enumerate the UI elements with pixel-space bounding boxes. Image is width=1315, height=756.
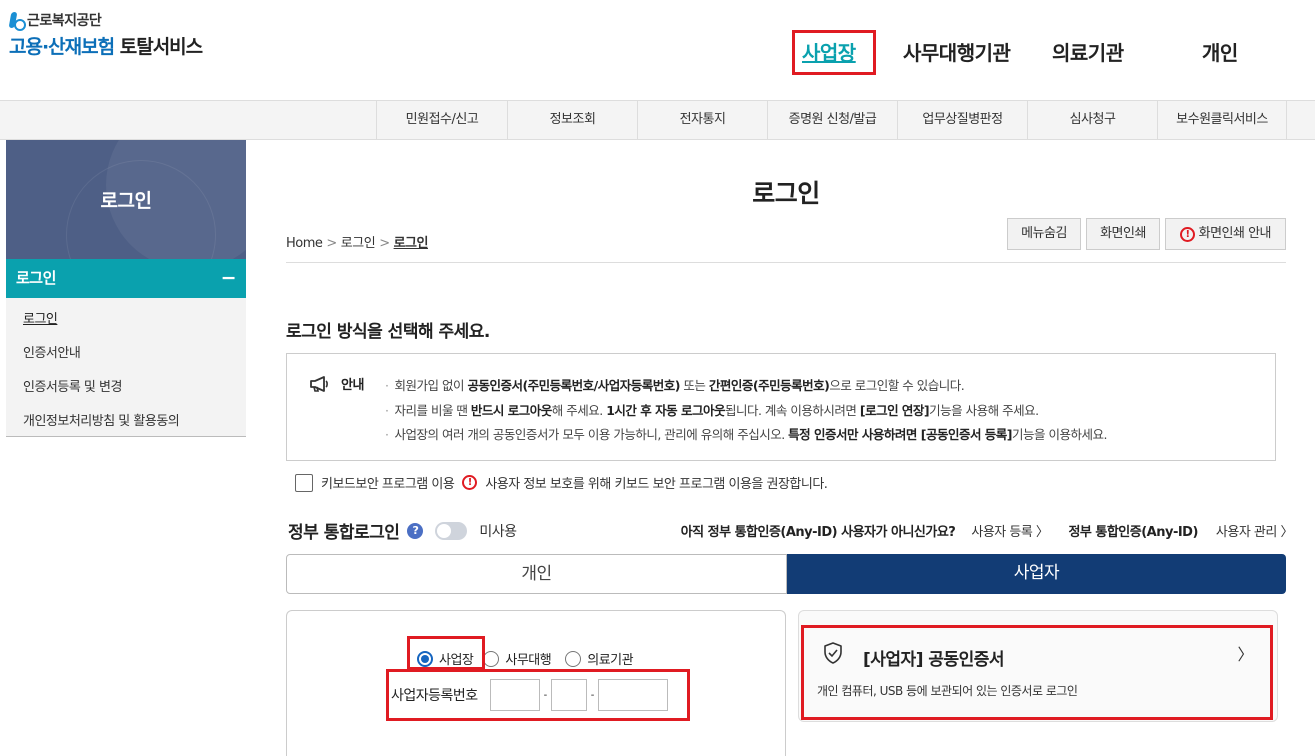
notice-line-3: 사업장의 여러 개의 공동인증서가 모두 이용 가능하니, 관리에 유의해 주십… [385, 424, 1107, 443]
page-title: 로그인 [752, 179, 820, 208]
anyid-question: 아직 정부 통합인증(Any-ID) 사용자가 아니신가요? [680, 525, 956, 540]
agency-name: 근로복지공단 [27, 13, 102, 29]
notice-line-1: 회원가입 없이 공동인증서(주민등록번호/사업자등록번호) 또는 간편인증(주민… [385, 375, 964, 394]
radio-medical[interactable] [565, 650, 582, 667]
section-heading: 로그인 방식을 선택해 주세요. [286, 322, 490, 342]
business-cert-desc: 개인 컴퓨터, USB 등에 보관되어 있는 인증서로 로그인 [817, 684, 1078, 698]
topnav-business[interactable]: 사업장 [802, 37, 856, 66]
breadcrumb-login[interactable]: 로그인 [341, 236, 376, 251]
service-title-part1: 고용·산재보험 [9, 36, 115, 58]
anyid-label: 정부 통합인증(Any-ID) [1068, 525, 1198, 540]
keyboard-security-row: 키보드보안 프로그램 이용 ! 사용자 정보 보호를 위해 키보드 보안 프로그… [295, 473, 828, 492]
business-number-part1[interactable] [489, 679, 540, 711]
business-cert-card[interactable]: [사업자] 공동인증서 〉 개인 컴퓨터, USB 등에 보관되어 있는 인증서… [798, 610, 1278, 722]
breadcrumb-current: 로그인 [393, 236, 429, 251]
tab-personal[interactable]: 개인 [286, 554, 787, 594]
breadcrumb-sep-icon: > [379, 236, 390, 251]
sidebar-item-cert-register[interactable]: 인증서등록 및 변경 [23, 376, 122, 395]
service-title-part2: 토탈서비스 [119, 36, 203, 58]
agency-logo[interactable]: 근로복지공단 [9, 10, 102, 31]
help-icon[interactable]: ? [407, 522, 424, 539]
register-user-link[interactable]: 사용자 등록 〉 [971, 521, 1049, 540]
radio-agency-label[interactable]: 사무대행 [505, 649, 551, 668]
sidebar-title: 로그인 [100, 190, 152, 212]
sub-nav: 민원접수/신고 정보조회 전자통지 증명원 신청/발급 업무상질병판정 심사청구… [0, 100, 1315, 140]
sidebar-item-login[interactable]: 로그인 [23, 308, 58, 327]
subnav-item-info[interactable]: 정보조회 [507, 101, 637, 139]
keyboard-security-warning: 사용자 정보 보호를 위해 키보드 보안 프로그램 이용을 권장합니다. [485, 477, 828, 492]
sidebar-section-label: 로그인 [16, 269, 56, 287]
subnav-item-complaint[interactable]: 민원접수/신고 [376, 101, 507, 139]
sidebar-section-login[interactable]: 로그인 − [6, 259, 246, 298]
keyboard-security-checkbox[interactable] [295, 473, 313, 492]
manage-user-link[interactable]: 사용자 관리 〉 [1216, 521, 1294, 540]
service-title[interactable]: 고용·산재보험 토탈서비스 [9, 32, 203, 59]
business-number-label: 사업자등록번호 [391, 688, 478, 704]
subnav-item-notice[interactable]: 전자통지 [637, 101, 767, 139]
print-button[interactable]: 화면인쇄 [1086, 218, 1160, 250]
topnav-personal[interactable]: 개인 [1202, 37, 1238, 66]
gov-login-links: 아직 정부 통합인증(Any-ID) 사용자가 아니신가요? 사용자 등록 〉 … [680, 521, 1294, 540]
gov-login-row: 정부 통합로그인 ? 미사용 [288, 518, 517, 543]
radio-medical-label[interactable]: 의료기관 [587, 649, 633, 668]
megaphone-icon [310, 375, 328, 392]
radio-agency[interactable] [483, 650, 500, 667]
business-cert-title: [사업자] 공동인증서 [863, 650, 1005, 670]
gov-login-title: 정부 통합로그인 [288, 523, 400, 543]
agency-logo-icon [9, 12, 26, 31]
breadcrumb: Home > 로그인 > 로그인 [286, 232, 428, 251]
shield-icon [824, 642, 842, 664]
org-type-radios: 사업장 사무대행 의료기관 [417, 649, 634, 668]
alert-icon: ! [1179, 227, 1195, 242]
notice-box: 안내 회원가입 없이 공동인증서(주민등록번호/사업자등록번호) 또는 간편인증… [286, 353, 1276, 461]
sidebar-item-cert-guide[interactable]: 인증서안내 [23, 342, 81, 361]
breadcrumb-home[interactable]: Home [286, 236, 323, 251]
dash: - [543, 689, 548, 701]
chevron-right-icon: 〉 [1237, 645, 1253, 664]
notice-label: 안내 [309, 374, 364, 393]
business-number-panel: 사업장 사무대행 의료기관 사업자등록번호 - - [286, 610, 786, 756]
notice-line-2: 자리를 비울 땐 반드시 로그아웃해 주세요. 1시간 후 자동 로그아웃됩니다… [385, 400, 1039, 419]
sidebar-header: 로그인 [6, 140, 246, 259]
subnav-item-review[interactable]: 심사청구 [1027, 101, 1157, 139]
gov-login-toggle-label: 미사용 [479, 523, 517, 540]
subnav-item-disease[interactable]: 업무상질병판정 [897, 101, 1027, 139]
print-guide-button[interactable]: ! 화면인쇄 안내 [1165, 218, 1286, 250]
notice-label-text: 안내 [341, 378, 364, 393]
radio-business-label[interactable]: 사업장 [439, 649, 474, 668]
collapse-icon[interactable]: − [221, 259, 237, 298]
dash: - [590, 689, 595, 701]
breadcrumb-sep-icon: > [326, 236, 337, 251]
subnav-item-certificate[interactable]: 증명원 신청/발급 [767, 101, 897, 139]
print-guide-label: 화면인쇄 안내 [1198, 226, 1272, 241]
alert-icon: ! [462, 475, 478, 490]
sidebar-menu: 로그인 인증서안내 인증서등록 및 변경 개인정보처리방침 및 활용동의 [6, 298, 246, 437]
hide-menu-button[interactable]: 메뉴숨김 [1007, 218, 1081, 250]
divider [286, 262, 1286, 263]
subnav-item-oneclick[interactable]: 보수원클릭서비스 [1157, 101, 1287, 139]
topnav-medical[interactable]: 의료기관 [1052, 37, 1124, 66]
sidebar-item-privacy[interactable]: 개인정보처리방침 및 활용동의 [23, 410, 180, 429]
business-number-part2[interactable] [550, 679, 587, 711]
login-type-tabs: 개인 사업자 [286, 554, 1286, 594]
tab-business[interactable]: 사업자 [787, 554, 1286, 594]
topnav-agency[interactable]: 사무대행기관 [903, 37, 1011, 66]
business-number-row: 사업자등록번호 - - [391, 679, 668, 711]
business-number-part3[interactable] [597, 679, 668, 711]
keyboard-security-label[interactable]: 키보드보안 프로그램 이용 [321, 473, 455, 492]
radio-business[interactable] [417, 650, 433, 667]
gov-login-toggle[interactable] [435, 521, 468, 540]
